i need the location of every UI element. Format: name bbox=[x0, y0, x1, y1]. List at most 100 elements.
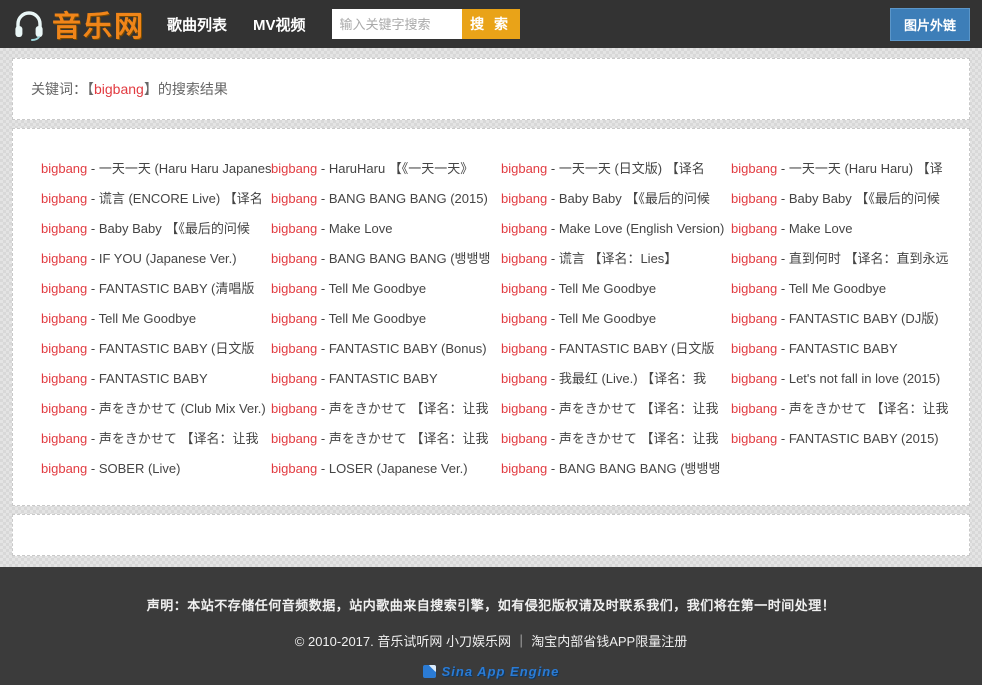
search-result-link[interactable]: bigbang - 声をきかせて (Club Mix Ver.) bbox=[41, 394, 271, 424]
result-artist: bigbang bbox=[41, 371, 88, 386]
search-result-link[interactable]: bigbang - Make Love (English Version) bbox=[501, 214, 731, 244]
search-result-link[interactable]: bigbang - FANTASTIC BABY (DJ版) bbox=[731, 304, 961, 334]
search-result-link[interactable]: bigbang - 谎言 (ENCORE Live) 【译名 bbox=[41, 184, 271, 214]
result-title: - 声をきかせて 【译名：让我 bbox=[87, 431, 259, 446]
result-title: - 直到何时 【译名：直到永远 bbox=[777, 251, 949, 266]
search-result-link[interactable]: bigbang - 我最红 (Live.) 【译名：我 bbox=[501, 364, 731, 394]
footer-disclaimer: 声明：本站不存储任何音频数据，站内歌曲来自搜索引擎，如有侵犯版权请及时联系我们，… bbox=[146, 598, 836, 613]
search-result-link[interactable]: bigbang - Tell Me Goodbye bbox=[41, 304, 271, 334]
search-result-link[interactable]: bigbang - BANG BANG BANG (뱅뱅뱅 bbox=[271, 244, 501, 274]
footer-copyright: © 2010-2017. 音乐试听网 小刀娱乐网 ｜ 淘宝内部省钱APP限量注册 bbox=[294, 634, 688, 649]
search-result-link[interactable]: bigbang - FANTASTIC BABY (Bonus) bbox=[271, 334, 501, 364]
result-artist: bigbang bbox=[41, 191, 88, 206]
search-result-link[interactable]: bigbang - 声をきかせて 【译名：让我 bbox=[501, 424, 731, 454]
result-title: - FANTASTIC BABY (2015) bbox=[777, 431, 939, 446]
search-result-link[interactable]: bigbang - 直到何时 【译名：直到永远 bbox=[731, 244, 961, 274]
result-title: - BANG BANG BANG (뱅뱅뱅 bbox=[317, 251, 491, 266]
results-column-1: bigbang - 一天一天 (Haru Haru Japanese Ver.)… bbox=[41, 154, 271, 505]
search-result-link[interactable]: bigbang - 谎言 【译名：Lies】 bbox=[501, 244, 731, 274]
search-result-link[interactable]: bigbang - 一天一天 (Haru Haru) 【译 bbox=[731, 154, 961, 184]
result-artist: bigbang bbox=[41, 341, 88, 356]
sina-app-engine-link[interactable]: Sina App Engine bbox=[422, 664, 560, 679]
search-result-link[interactable]: bigbang - 一天一天 (Haru Haru Japanese Ver.) bbox=[41, 154, 271, 184]
result-artist: bigbang bbox=[731, 191, 778, 206]
search-result-link[interactable]: bigbang - 声をきかせて 【译名：让我 bbox=[501, 394, 731, 424]
result-title: - Tell Me Goodbye bbox=[317, 311, 427, 326]
result-artist: bigbang bbox=[731, 221, 778, 236]
search-result-link[interactable]: bigbang - FANTASTIC BABY (清唱版 bbox=[41, 274, 271, 304]
result-title: - Tell Me Goodbye bbox=[547, 311, 657, 326]
search-result-link[interactable]: bigbang - 一天一天 (日文版) 【译名 bbox=[501, 154, 731, 184]
result-artist: bigbang bbox=[271, 401, 318, 416]
search-result-link[interactable]: bigbang - 声をきかせて 【译名：让我 bbox=[41, 424, 271, 454]
result-artist: bigbang bbox=[271, 431, 318, 446]
result-artist: bigbang bbox=[501, 221, 548, 236]
search-result-link[interactable]: bigbang - Baby Baby 【《最后的问候 bbox=[501, 184, 731, 214]
result-artist: bigbang bbox=[501, 191, 548, 206]
search-result-link[interactable]: bigbang - Tell Me Goodbye bbox=[731, 274, 961, 304]
result-artist: bigbang bbox=[501, 251, 548, 266]
nav-mv-video[interactable]: MV视频 bbox=[253, 14, 306, 35]
search-result-link[interactable]: bigbang - FANTASTIC BABY (日文版 bbox=[41, 334, 271, 364]
search-button[interactable]: 搜 索 bbox=[461, 9, 520, 39]
search-result-link[interactable]: bigbang - FANTASTIC BABY bbox=[271, 364, 501, 394]
search-result-link[interactable]: bigbang - FANTASTIC BABY bbox=[731, 334, 961, 364]
result-title: - Baby Baby 【《最后的问候 bbox=[547, 191, 710, 206]
result-artist: bigbang bbox=[271, 281, 318, 296]
result-title: - Make Love (English Version) bbox=[547, 221, 725, 236]
nav-song-list[interactable]: 歌曲列表 bbox=[167, 14, 227, 35]
result-artist: bigbang bbox=[41, 431, 88, 446]
search-result-link[interactable]: bigbang - Tell Me Goodbye bbox=[271, 304, 501, 334]
result-title: - FANTASTIC BABY (DJ版) bbox=[777, 311, 939, 326]
search-result-link[interactable]: bigbang - BANG BANG BANG (뱅뱅뱅 bbox=[501, 454, 731, 484]
result-title: - 声をきかせて 【译名：让我 bbox=[317, 401, 489, 416]
result-title: - 声をきかせて 【译名：让我 bbox=[547, 401, 719, 416]
result-title: - 我最红 (Live.) 【译名：我 bbox=[547, 371, 707, 386]
result-title: - FANTASTIC BABY (Bonus) bbox=[317, 341, 487, 356]
search-result-link[interactable]: bigbang - Tell Me Goodbye bbox=[501, 304, 731, 334]
search-result-link[interactable]: bigbang - 声をきかせて 【译名：让我 bbox=[731, 394, 961, 424]
search-result-link[interactable]: bigbang - SOBER (Live) bbox=[41, 454, 271, 484]
result-artist: bigbang bbox=[271, 161, 318, 176]
search-result-link[interactable]: bigbang - BANG BANG BANG (2015) bbox=[271, 184, 501, 214]
search-result-link[interactable]: bigbang - HaruHaru 【《一天一天》 bbox=[271, 154, 501, 184]
result-title: - 谎言 【译名：Lies】 bbox=[547, 251, 678, 266]
search-result-link[interactable]: bigbang - IF YOU (Japanese Ver.) bbox=[41, 244, 271, 274]
result-artist: bigbang bbox=[271, 221, 318, 236]
search-result-link[interactable]: bigbang - Baby Baby 【《最后的问候 bbox=[731, 184, 961, 214]
search-result-link[interactable]: bigbang - 声をきかせて 【译名：让我 bbox=[271, 424, 501, 454]
search-result-link[interactable]: bigbang - FANTASTIC BABY (2015) bbox=[731, 424, 961, 454]
search-result-link[interactable]: bigbang - Make Love bbox=[271, 214, 501, 244]
image-external-link-button[interactable]: 图片外链 bbox=[889, 7, 970, 41]
search-result-link[interactable]: bigbang - LOSER (Japanese Ver.) bbox=[271, 454, 501, 484]
results-column-3: bigbang - 一天一天 (日文版) 【译名 bigbang - Baby B… bbox=[501, 154, 731, 505]
search-input[interactable] bbox=[331, 9, 462, 39]
keyword-suffix: 】的搜索结果 bbox=[143, 81, 228, 97]
result-title: - 声をきかせて 【译名：让我 bbox=[317, 431, 489, 446]
search-result-link[interactable]: bigbang - Make Love bbox=[731, 214, 961, 244]
result-title: - 一天一天 (Haru Haru Japanese Ver.) bbox=[90, 161, 271, 176]
result-artist: bigbang bbox=[501, 371, 548, 386]
search-result-link[interactable]: bigbang - 声をきかせて 【译名：让我 bbox=[271, 394, 501, 424]
result-title: - BANG BANG BANG (뱅뱅뱅 bbox=[547, 461, 721, 476]
result-artist: bigbang bbox=[731, 371, 778, 386]
page-footer: 声明：本站不存储任何音频数据，站内歌曲来自搜索引擎，如有侵犯版权请及时联系我们，… bbox=[0, 567, 982, 685]
site-logo[interactable]: 音乐网 bbox=[12, 3, 145, 45]
result-artist: bigbang bbox=[41, 461, 88, 476]
search-results-panel: bigbang - 一天一天 (Haru Haru Japanese Ver.)… bbox=[12, 128, 970, 506]
search-result-link[interactable]: bigbang - Baby Baby 【《最后的问候 bbox=[41, 214, 271, 244]
search-result-link[interactable]: bigbang - FANTASTIC BABY bbox=[41, 364, 271, 394]
search-result-link[interactable]: bigbang - Tell Me Goodbye bbox=[271, 274, 501, 304]
main-nav: 歌曲列表 MV视频 bbox=[167, 14, 332, 35]
search-result-link[interactable]: bigbang - Tell Me Goodbye bbox=[501, 274, 731, 304]
search-result-link[interactable]: bigbang - FANTASTIC BABY (日文版 bbox=[501, 334, 731, 364]
result-title: - 一天一天 (日文版) 【译名 bbox=[547, 161, 705, 176]
result-title: - 声をきかせて (Club Mix Ver.) bbox=[87, 401, 266, 416]
site-title: 音乐网 bbox=[52, 11, 146, 43]
result-artist: bigbang bbox=[501, 161, 548, 176]
search-result-link[interactable]: bigbang - Let's not fall in love (2015) bbox=[731, 364, 961, 394]
result-artist: bigbang bbox=[271, 461, 318, 476]
result-title: - Baby Baby 【《最后的问候 bbox=[777, 191, 940, 206]
result-artist: bigbang bbox=[501, 341, 548, 356]
result-artist: bigbang bbox=[41, 251, 88, 266]
